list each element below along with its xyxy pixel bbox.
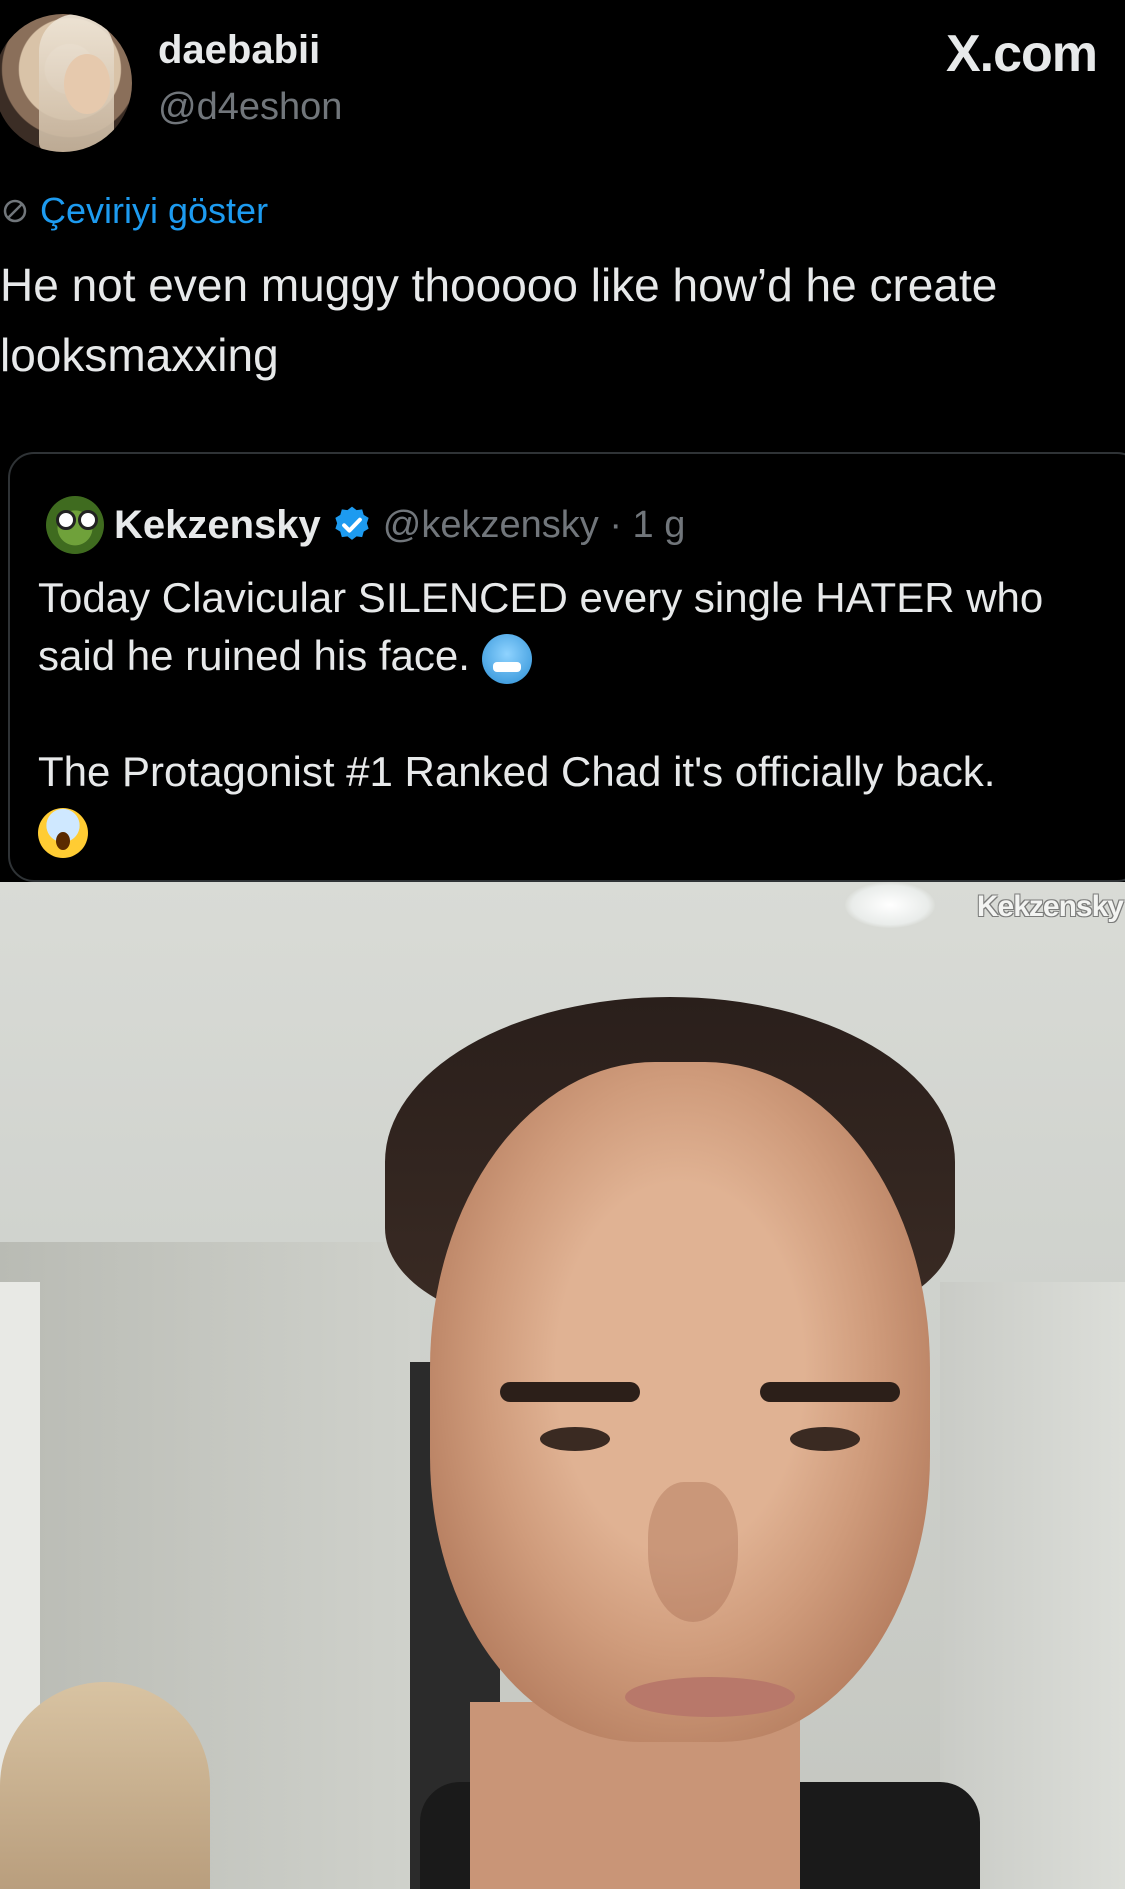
avatar-face bbox=[64, 54, 110, 114]
show-translation-link[interactable]: Çeviriyi göster bbox=[0, 190, 268, 232]
verified-badge-icon bbox=[335, 506, 369, 540]
quoted-text-line-1: Today Clavicular SILENCED every single H… bbox=[38, 574, 1044, 679]
author-avatar[interactable] bbox=[0, 14, 132, 152]
show-translation-label: Çeviriyi göster bbox=[40, 190, 269, 231]
quoted-handle-time: @kekzensky · 1 g bbox=[382, 503, 686, 546]
site-label: X.com bbox=[945, 25, 1098, 83]
attached-photo[interactable]: Kekzensky bbox=[0, 882, 1125, 1889]
quoted-tweet[interactable]: Kekzensky @kekzensky · 1 g Today Clavicu… bbox=[8, 452, 1125, 882]
quoted-text-line-2: The Protagonist #1 Ranked Chad it's offi… bbox=[38, 748, 996, 795]
left-eyebrow bbox=[500, 1382, 640, 1402]
author-handle[interactable]: @d4eshon bbox=[158, 86, 342, 129]
quoted-tweet-header: Kekzensky @kekzensky · 1 g bbox=[46, 496, 685, 554]
translate-icon bbox=[3, 199, 27, 223]
quoted-tweet-body: Today Clavicular SILENCED every single H… bbox=[38, 569, 1118, 859]
quoted-author-avatar[interactable] bbox=[46, 496, 104, 554]
second-person-hair bbox=[0, 1682, 210, 1889]
tweet-header: daebabii @d4eshon X.com bbox=[0, 0, 1125, 170]
ceiling-light bbox=[845, 882, 935, 928]
mouth bbox=[625, 1677, 795, 1717]
right-eyebrow bbox=[760, 1382, 900, 1402]
person-face bbox=[430, 1062, 930, 1742]
left-eye bbox=[540, 1427, 610, 1451]
quoted-author-name[interactable]: Kekzensky bbox=[114, 503, 321, 548]
cold-face-emoji-icon bbox=[481, 633, 532, 684]
right-eye bbox=[790, 1427, 860, 1451]
photo-watermark: Kekzensky bbox=[976, 890, 1124, 923]
author-display-name[interactable]: daebabii bbox=[158, 28, 320, 73]
tweet-text: He not even muggy thooooo like how’d he … bbox=[0, 259, 998, 381]
nose bbox=[648, 1482, 738, 1622]
screaming-face-emoji-icon bbox=[38, 807, 88, 858]
